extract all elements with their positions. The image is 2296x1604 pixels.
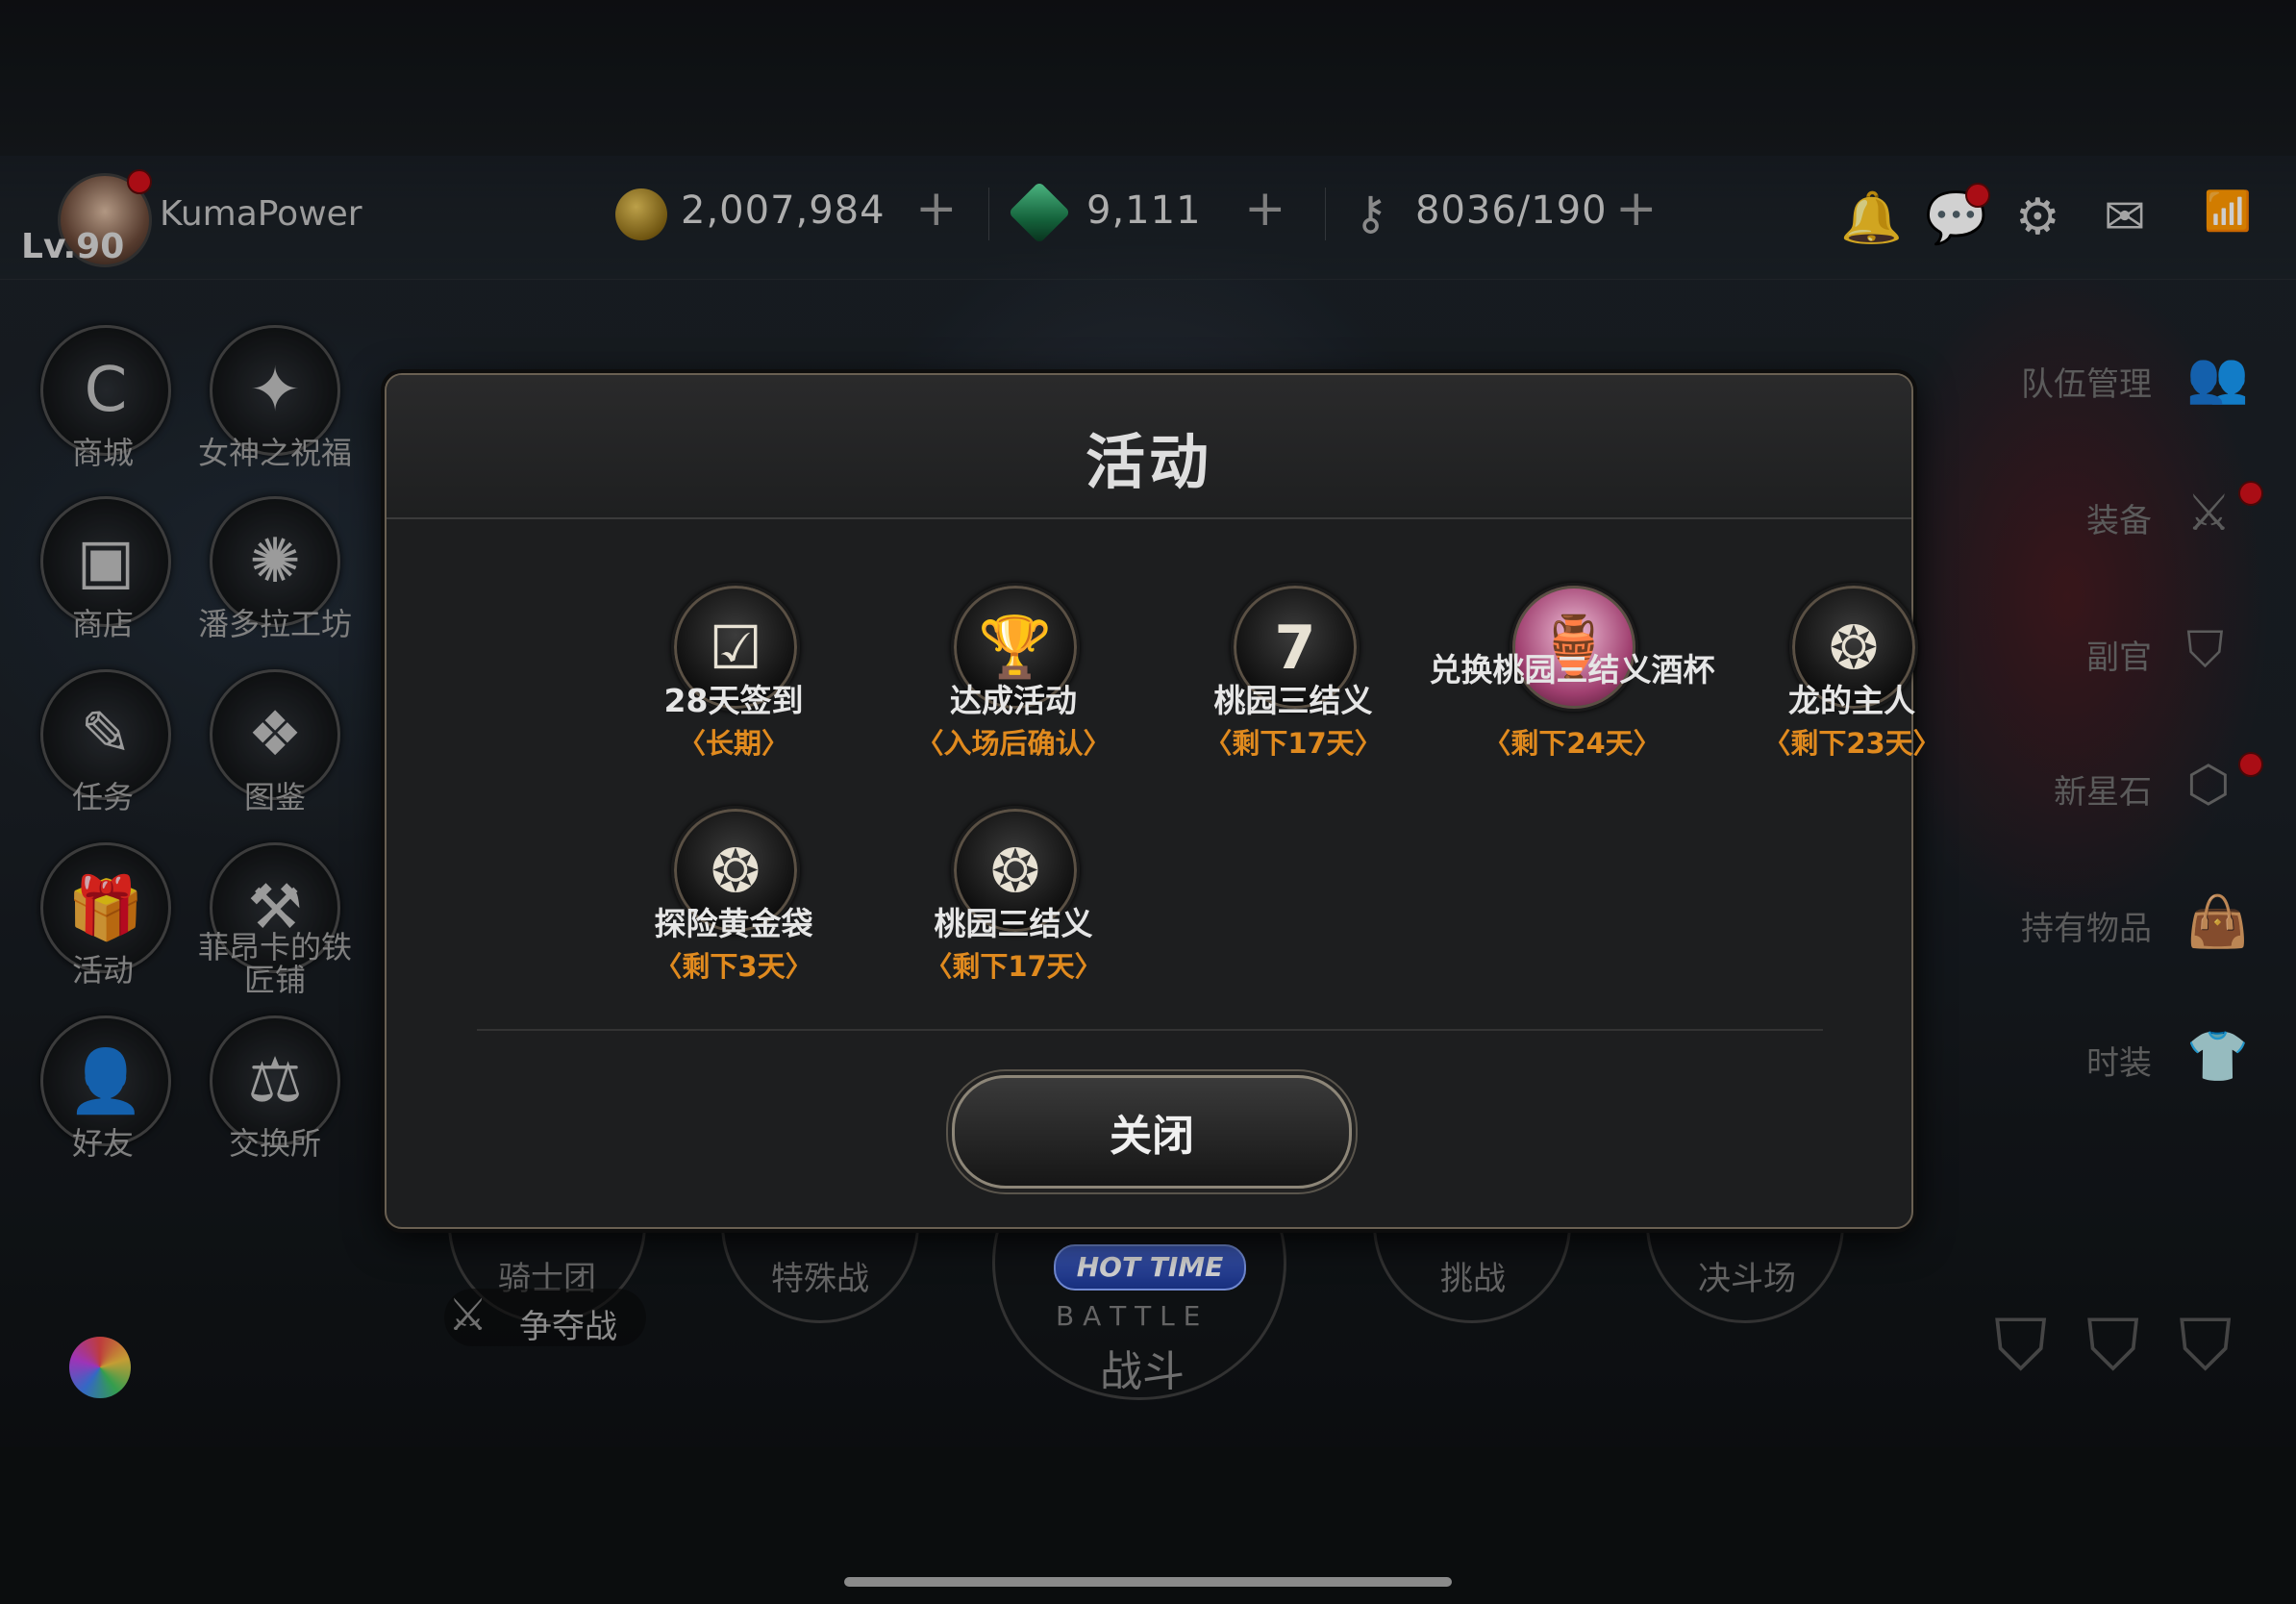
event-name: 桃园三结义 bbox=[1213, 682, 1373, 719]
dialog-header: 活动 bbox=[387, 375, 1911, 519]
event-name: 28天签到 bbox=[663, 682, 804, 719]
event-duration: 〈剩下3天〉 bbox=[654, 950, 813, 983]
dialog-title: 活动 bbox=[1085, 427, 1212, 497]
event-duration: 〈剩下23天〉 bbox=[1762, 727, 1941, 760]
event-item[interactable]: 🏺 兑换桃园三结义酒杯 〈剩下24天〉 bbox=[1430, 583, 1715, 775]
event-duration: 〈剩下17天〉 bbox=[1204, 727, 1383, 760]
wine-cup-icon: 🏺 bbox=[1510, 583, 1638, 712]
event-name: 兑换桃园三结义酒杯 bbox=[1429, 651, 1715, 689]
event-item[interactable]: ❂ 桃园三结义 〈剩下17天〉 bbox=[874, 806, 1153, 998]
dialog-divider bbox=[477, 1029, 1823, 1031]
event-duration: 〈入场后确认〉 bbox=[915, 727, 1111, 760]
home-indicator[interactable] bbox=[844, 1577, 1452, 1587]
event-item[interactable]: 🏆 达成活动 〈入场后确认〉 bbox=[874, 583, 1153, 775]
event-name: 龙的主人 bbox=[1788, 682, 1915, 719]
event-name: 桃园三结义 bbox=[934, 905, 1093, 942]
event-name: 探险黄金袋 bbox=[654, 905, 813, 942]
event-item[interactable]: ☑ 28天签到 〈长期〉 bbox=[594, 583, 873, 775]
event-duration: 〈剩下24天〉 bbox=[1483, 727, 1661, 760]
event-item[interactable]: ❂ 龙的主人 〈剩下23天〉 bbox=[1712, 583, 1991, 775]
event-duration: 〈剩下17天〉 bbox=[924, 950, 1103, 983]
event-duration: 〈长期〉 bbox=[677, 727, 789, 760]
event-dialog: 活动 ☑ 28天签到 〈长期〉 🏆 达成活动 〈入场后确认〉 7 桃园三结义 〈… bbox=[385, 373, 1941, 1229]
close-button[interactable]: 关闭 bbox=[952, 1075, 1352, 1189]
event-item[interactable]: ❂ 探险黄金袋 〈剩下3天〉 bbox=[594, 806, 873, 998]
event-item[interactable]: 7 桃园三结义 〈剩下17天〉 bbox=[1154, 583, 1433, 775]
event-name: 达成活动 bbox=[950, 682, 1077, 719]
